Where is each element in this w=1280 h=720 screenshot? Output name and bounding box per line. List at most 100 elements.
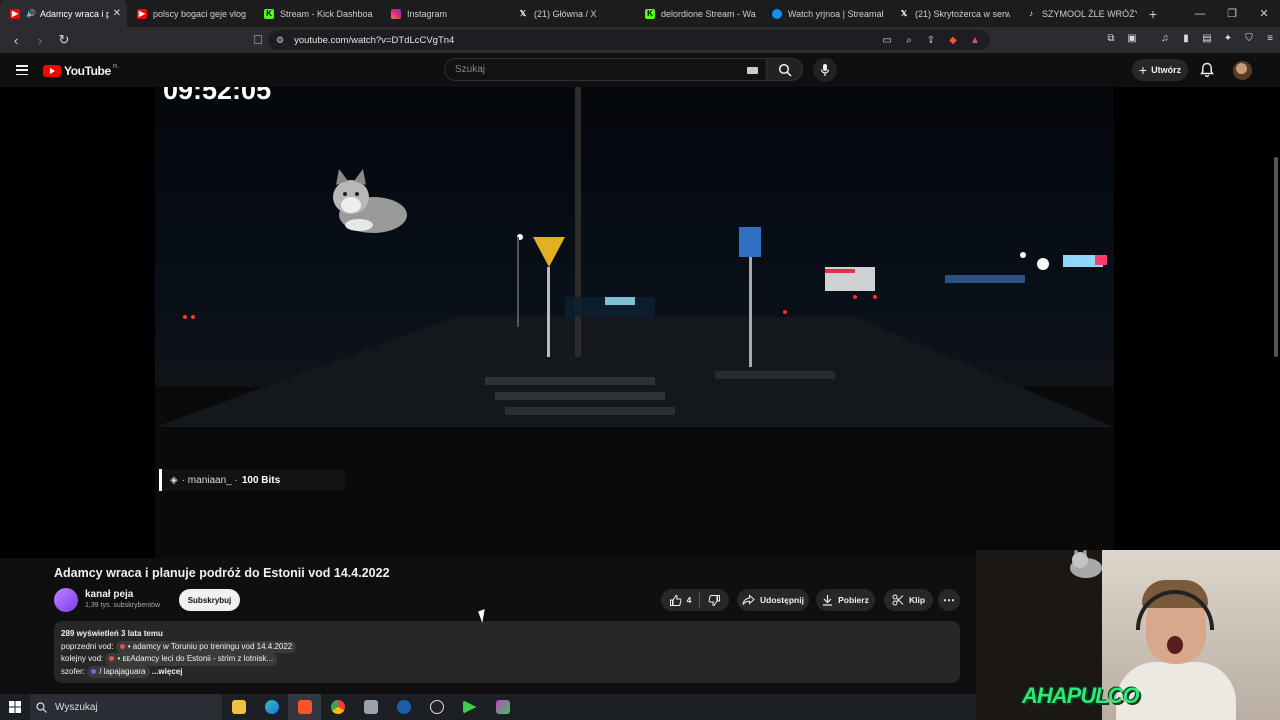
youtube-icon: ▶ [137, 8, 147, 19]
plus-icon: + [1138, 62, 1148, 78]
account-avatar[interactable] [1233, 61, 1252, 80]
brave-shields-icon[interactable]: ◆ [946, 33, 960, 47]
share-page-icon[interactable]: ⇪ [924, 33, 938, 47]
browser-tab[interactable]: K delordione Stream - Watc [635, 0, 762, 27]
subscribe-button[interactable]: Subskrybuj [179, 589, 240, 611]
channel-avatar[interactable] [54, 588, 78, 612]
kick-icon: K [645, 8, 655, 19]
youtube-logo[interactable]: YouTube PL [43, 64, 119, 78]
streamable-icon [772, 8, 782, 19]
cat-overlay-image [333, 169, 407, 233]
voice-search-button[interactable] [813, 58, 837, 82]
browser-tab[interactable]: 𝕏 (21) Główna / X [508, 0, 635, 27]
search-input[interactable]: Szukaj [444, 58, 767, 81]
edge-icon[interactable] [255, 694, 288, 720]
search-button[interactable] [766, 58, 803, 81]
youtube-header: YouTube PL Szukaj + Utwórz [0, 53, 1280, 87]
linked-video-chip[interactable]: • ᴇᴇAdamcy leci do Estonii - strim z lot… [105, 653, 278, 666]
file-explorer-icon[interactable] [222, 694, 255, 720]
windows-icon [9, 701, 21, 713]
wallet-icon[interactable]: ▤ [1200, 31, 1214, 45]
media-icon[interactable] [453, 694, 486, 720]
download-icon [823, 595, 833, 606]
tiktok-icon: ♪ [1029, 9, 1033, 18]
more-actions-button[interactable]: ⋯ [938, 589, 960, 611]
stream-timer: 09:52:05 [163, 87, 272, 105]
close-window-icon[interactable]: ✕ [1248, 0, 1280, 27]
obs-icon[interactable] [420, 694, 453, 720]
vpn-icon[interactable]: ⛉ [1242, 31, 1256, 45]
brave-rewards-icon[interactable]: ▲ [968, 33, 982, 47]
back-icon[interactable]: ‹ [6, 30, 26, 50]
browser-tab[interactable]: Instagram [381, 0, 508, 27]
youtube-dot-icon [119, 643, 125, 649]
reload-icon[interactable]: ↻ [54, 30, 74, 50]
game-icon[interactable] [486, 694, 519, 720]
divider [699, 593, 701, 607]
video-player[interactable]: 09:52:05 ◈ · maniaan_ · 100 Bits [0, 87, 1280, 558]
menu-hamburger-icon[interactable] [16, 65, 28, 75]
x-icon: 𝕏 [519, 9, 527, 18]
x-icon: 𝕏 [900, 9, 908, 18]
more-icon: ⋯ [943, 593, 955, 607]
notifications-bell-icon[interactable] [1200, 62, 1214, 78]
forward-icon[interactable]: › [30, 30, 50, 50]
browser-toolbar: ‹ › ↻ ⎕ ⚙ youtube.com/watch?v=DTdLcCVgTn… [0, 27, 1280, 53]
window-controls: — ❐ ✕ [1184, 0, 1280, 27]
bookmark-icon[interactable]: ⎕ [248, 30, 268, 50]
extensions-icon[interactable]: ⧉ [1104, 31, 1118, 45]
alert-amount: 100 Bits [241, 474, 281, 486]
browser-tab[interactable]: ♪ SZYMOOL ŹLE WRÓŻY KA [1016, 0, 1143, 27]
cat-overlay-image [1070, 550, 1102, 578]
steam-icon[interactable] [387, 694, 420, 720]
keyboard-icon[interactable] [747, 67, 758, 74]
screenshot-icon[interactable]: ▣ [1125, 31, 1139, 45]
channel-name[interactable]: kanał peja [85, 589, 133, 600]
video-frame[interactable]: 09:52:05 ◈ · maniaan_ · 100 Bits [155, 87, 1114, 558]
video-description[interactable]: 289 wyświetleń 3 lata temu poprzedni vod… [54, 621, 960, 683]
show-more-link[interactable]: ...więcej [152, 667, 183, 676]
chrome-icon[interactable] [321, 694, 354, 720]
browser-tab[interactable]: ▶ polscy bogaci geje vlog - Y [127, 0, 254, 27]
thumbs-down-icon[interactable] [708, 594, 721, 607]
youtube-icon: ▶ [10, 8, 20, 19]
brave-icon[interactable] [288, 694, 321, 720]
linked-channel-chip[interactable]: / lapajaguara [87, 665, 150, 678]
sidebar-icon[interactable]: ▮ [1179, 31, 1193, 45]
browser-tab[interactable]: ▶ 🔊 Adamcy wraca i pl ✕ [0, 0, 127, 27]
page-scrollbar[interactable] [1274, 157, 1278, 357]
menu-icon[interactable]: ≡ [1263, 31, 1277, 45]
taskbar-search[interactable]: Wyszukaj [30, 694, 222, 720]
channel-subscribers: 1,39 tys. subskrybentów [85, 602, 161, 609]
address-bar[interactable]: ⚙ youtube.com/watch?v=DTdLcCVgTn4 ▭ ⌕ ⇪ … [268, 30, 990, 50]
speaker-icon: 🔊 [26, 9, 36, 18]
create-button[interactable]: + Utwórz [1132, 59, 1188, 81]
share-button[interactable]: Udostępnij [737, 589, 809, 611]
zoom-icon[interactable]: ⌕ [902, 33, 916, 47]
start-button[interactable] [0, 694, 30, 720]
files-icon[interactable] [354, 694, 387, 720]
like-button[interactable]: 4 [669, 594, 691, 607]
search-icon [36, 701, 47, 713]
cast-icon[interactable]: ▭ [880, 33, 894, 47]
restore-icon[interactable]: ❐ [1216, 0, 1248, 27]
youtube-dot-icon [109, 656, 115, 662]
browser-tab[interactable]: 𝕏 (21) Skrytożerca w serwis [889, 0, 1016, 27]
minimize-icon[interactable]: — [1184, 0, 1216, 27]
music-icon[interactable]: ♫ [1158, 31, 1172, 45]
kick-icon: K [264, 8, 274, 19]
close-tab-icon[interactable]: ✕ [113, 8, 121, 19]
url-text[interactable]: youtube.com/watch?v=DTdLcCVgTn4 [294, 35, 454, 46]
clip-button[interactable]: Klip [884, 589, 933, 611]
download-button[interactable]: Pobierz [816, 589, 875, 611]
leo-ai-icon[interactable]: ✦ [1221, 31, 1235, 45]
channel-dot-icon [91, 668, 97, 674]
site-settings-icon[interactable]: ⚙ [276, 35, 284, 46]
browser-tab[interactable]: Watch yrjnoa | Streamable [762, 0, 889, 27]
instagram-icon [391, 8, 401, 19]
webcam-overlay: AHAPULCO [976, 550, 1280, 720]
streamer-logo: AHAPULCO [1022, 683, 1140, 708]
linked-video-chip[interactable]: • adamcy w Toruniu po treningu vod 14.4.… [115, 640, 297, 653]
browser-tab[interactable]: K Stream - Kick Dashboa [254, 0, 381, 27]
new-tab-button[interactable]: + [1143, 6, 1163, 22]
